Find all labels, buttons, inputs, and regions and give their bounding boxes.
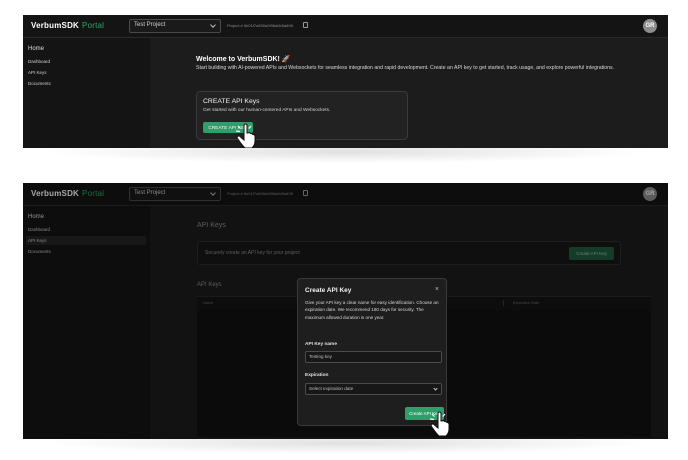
page-title: Welcome to VerbumSDK! 🚀 <box>196 56 291 63</box>
copy-icon[interactable] <box>303 22 308 28</box>
expiration-label: Expiration <box>305 373 329 378</box>
sidebar-item-api-keys[interactable]: API Keys <box>28 70 47 75</box>
welcome-description: Start building with AI-powered APIs and … <box>196 65 615 71</box>
chevron-down-icon <box>433 386 438 391</box>
top-bar: VerbumSDK Portal Test Project Project # 6… <box>23 15 668 38</box>
dialog-description: Give your API key a clear name for easy … <box>305 300 439 320</box>
avatar[interactable]: GR <box>643 19 657 33</box>
hand-cursor-icon <box>429 411 450 437</box>
project-id: Project # 6b01f7a839a0f96a0b5a698 <box>227 23 293 28</box>
project-select-label: Test Project <box>134 22 166 28</box>
hand-cursor-icon <box>235 123 256 148</box>
card-description: Get started with our human-centered APIs… <box>203 108 331 113</box>
create-api-keys-card: CREATE API Keys Get started with our hum… <box>196 91 408 140</box>
logo-text: VerbumSDK <box>31 21 80 30</box>
logo-portal: Portal <box>82 21 105 30</box>
screen-api-keys: VerbumSDK Portal Test Project Project # 6… <box>23 183 668 439</box>
sidebar-item-home[interactable]: Home <box>28 46 44 52</box>
chevron-down-icon <box>210 22 216 28</box>
logo[interactable]: VerbumSDK Portal <box>31 21 104 30</box>
api-key-name-input[interactable]: Testing key <box>305 351 442 363</box>
sidebar: Home Dashboard API Keys Documents <box>23 38 150 148</box>
api-key-name-label: API Key name <box>305 342 337 347</box>
expiration-select-placeholder: Select expiration date <box>309 386 354 391</box>
sidebar-item-dashboard[interactable]: Dashboard <box>28 59 50 64</box>
create-api-key-dialog: Create API Key × Give your API key a cle… <box>297 278 447 426</box>
dialog-title: Create API Key <box>305 287 352 294</box>
screen-welcome: VerbumSDK Portal Test Project Project # 6… <box>23 15 668 148</box>
expiration-select[interactable]: Select expiration date <box>305 383 442 395</box>
close-icon[interactable]: × <box>435 286 439 293</box>
card-title: CREATE API Keys <box>203 98 260 105</box>
project-select[interactable]: Test Project <box>129 19 221 33</box>
sidebar-item-documents[interactable]: Documents <box>28 81 51 86</box>
